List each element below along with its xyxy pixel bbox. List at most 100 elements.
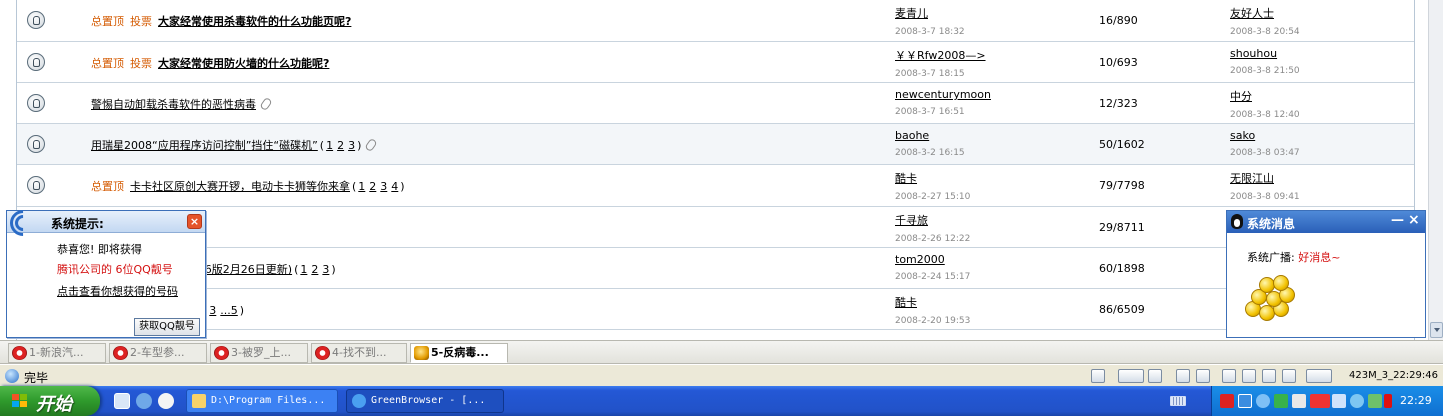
thread-title-link[interactable]: 用瑞星2008“应用程序访问控制”挡住“磁碟机” [91, 139, 318, 152]
last-reply-user-link[interactable]: sako [1230, 129, 1300, 142]
vertical-scrollbar[interactable] [1428, 0, 1443, 340]
tray-clock: 22:29 [1400, 394, 1432, 407]
author-name-link[interactable]: 酷卡 [895, 294, 970, 310]
thread-tag[interactable]: 投票 [130, 15, 152, 28]
start-label: 开始 [36, 394, 72, 415]
tray-globe-icon[interactable] [1256, 394, 1270, 408]
thread-row[interactable]: 产品增加哪些功能(123...5)酷卡2008-2-20 19:5386/650… [17, 289, 1414, 330]
page-link[interactable]: 3 [380, 180, 387, 193]
thread-author: 麦青儿 2008-3-7 18:32 [895, 5, 965, 37]
ie-red-icon [12, 346, 27, 360]
broadcast-line[interactable]: 系统广播: 好消息~ [1247, 249, 1340, 265]
quicklaunch-app-icon[interactable] [136, 393, 152, 409]
thread-tag[interactable]: 总置顶 [91, 15, 124, 28]
last-reply-user-link[interactable]: shouhou [1230, 47, 1300, 60]
thread-row[interactable]: 总置顶 投票 大家经常使用杀毒软件的什么功能页呢? 麦青儿 2008-3-7 18:32… [17, 0, 1414, 42]
get-qq-number-button[interactable]: 获取QQ靓号 [134, 318, 200, 336]
thread-row[interactable]: 总置顶 卡卡社区原创大赛开锣，电动卡卡狮等你来拿(1 2 3 4) 酷卡 2008-2-27… [17, 165, 1414, 207]
ie-icon[interactable] [1262, 369, 1276, 383]
check-icon[interactable] [1242, 369, 1256, 383]
thread-author: tom2000 2008-2-24 15:17 [895, 253, 970, 282]
thread-status-icon [27, 53, 45, 71]
scroll-down-button[interactable] [1430, 322, 1443, 338]
author-name-link[interactable]: ￥￥Rfw2008—> [895, 47, 986, 63]
thread-subject: 用瑞星2008“应用程序访问控制”挡住“磁碟机”(1 2 3) [91, 137, 379, 153]
tray-red-icon[interactable] [1220, 394, 1234, 408]
browser-tab-1[interactable]: 1-新浪汽... [8, 343, 106, 363]
reply-view-count: 79/7798 [1099, 179, 1145, 192]
thread-title-link[interactable]: 大家经常使用杀毒软件的什么功能页呢? [158, 15, 351, 28]
author-name-link[interactable]: 酷卡 [895, 170, 970, 186]
tray-blue-icon[interactable] [1238, 394, 1252, 408]
tray-green-icon[interactable] [1274, 394, 1288, 408]
thread-title-link[interactable]: 卡卡社区原创大赛开锣，电动卡卡狮等你来拿 [130, 180, 350, 193]
task-greenbrowser[interactable]: GreenBrowser - [... [346, 389, 504, 413]
last-reply-user-link[interactable]: 无限江山 [1230, 170, 1300, 186]
thread-row[interactable]: 总置顶 投票 大家经常使用防火墙的什么功能呢? ￥￥Rfw2008—> 2008-3-7… [17, 42, 1414, 83]
tray-alert-icon[interactable] [1384, 394, 1392, 408]
thread-row[interactable]: 人计算机安全手册》(1.6版2月26日更新)(123)tom20002008-2… [17, 248, 1414, 289]
globe-icon[interactable] [1148, 369, 1162, 383]
browser-tab-5[interactable]: 5-反病毒... [410, 343, 508, 363]
page-link[interactable]: 2 [369, 180, 376, 193]
tray-app-icon[interactable] [1368, 394, 1382, 408]
broadcast-label: 系统广播: [1247, 251, 1299, 264]
browser-tab-2[interactable]: 2-车型参... [109, 343, 207, 363]
keyboard-icon[interactable] [1170, 396, 1186, 406]
zoom-icon[interactable] [1306, 369, 1332, 383]
last-reply: 中分 2008-3-8 12:40 [1230, 88, 1300, 120]
split-icon[interactable] [1196, 369, 1210, 383]
task-explorer[interactable]: D:\Program Files... [186, 389, 338, 413]
thread-row[interactable]: 警惕自动卸载杀毒软件的恶性病毒 newcenturymoon 2008-3-7 16… [17, 83, 1414, 124]
thread-title-link[interactable]: 警惕自动卸载杀毒软件的恶性病毒 [91, 98, 256, 111]
thread-pages: (1 2 3) [294, 263, 336, 276]
page-link[interactable]: 4 [391, 180, 398, 193]
tray-shield-icon[interactable] [1292, 394, 1306, 408]
page-link[interactable]: 3 [209, 304, 216, 317]
thread-status-icon [27, 94, 45, 112]
thread-row[interactable]: 千寻旅 2008-2-26 12:22 29/8711 [17, 207, 1414, 248]
gold-coins-icon [1241, 275, 1301, 323]
system-message-popup: 系统消息 — × 系统广播: 好消息~ [1226, 210, 1426, 338]
msg-minimize-button[interactable]: — [1391, 213, 1404, 228]
page-link[interactable]: ...5 [220, 304, 238, 317]
page-link[interactable]: 2 [337, 139, 344, 152]
author-name-link[interactable]: tom2000 [895, 253, 970, 266]
page-link[interactable]: 1 [326, 139, 333, 152]
broadcast-hot-link[interactable]: 好消息~ [1298, 251, 1340, 264]
shield-icon[interactable] [1091, 369, 1105, 383]
last-reply-user-link[interactable]: 中分 [1230, 88, 1300, 104]
page-link[interactable]: 1 [358, 180, 365, 193]
author-name-link[interactable]: baohe [895, 129, 965, 142]
thread-tag[interactable]: 总置顶 [91, 180, 124, 193]
thread-tag[interactable]: 总置顶 [91, 57, 124, 70]
author-name-link[interactable]: 千寻旅 [895, 212, 970, 228]
msg-close-button[interactable]: × [1408, 212, 1420, 228]
page-link[interactable]: 1 [300, 263, 307, 276]
network-icon[interactable] [1282, 369, 1296, 383]
last-reply-user-link[interactable]: 友好人士 [1230, 5, 1300, 21]
last-reply: sako 2008-3-8 03:47 [1230, 129, 1300, 158]
thread-status-icon [27, 11, 45, 29]
page-link[interactable]: 3 [322, 263, 329, 276]
show-desktop-icon[interactable] [114, 393, 130, 409]
thread-title-link[interactable]: 大家经常使用防火墙的什么功能呢? [158, 57, 329, 70]
tray-dot-icon[interactable] [1310, 394, 1330, 408]
author-name-link[interactable]: 麦青儿 [895, 5, 965, 21]
thread-row[interactable]: 用瑞星2008“应用程序访问控制”挡住“磁碟机”(1 2 3) baohe 2008-3… [17, 124, 1414, 165]
window-icon[interactable] [1176, 369, 1190, 383]
thread-tag[interactable]: 投票 [130, 57, 152, 70]
page-link[interactable]: 2 [311, 263, 318, 276]
tray-network-icon[interactable] [1332, 394, 1346, 408]
block-toggle-icon[interactable] [1118, 369, 1144, 383]
tray-sound-icon[interactable] [1350, 394, 1364, 408]
flower-icon[interactable] [1222, 369, 1236, 383]
quicklaunch-browser-icon[interactable] [158, 393, 174, 409]
browser-tab-4[interactable]: 4-找不到... [311, 343, 407, 363]
browser-tab-3[interactable]: 3-被罗_上... [210, 343, 308, 363]
start-button[interactable]: 开始 [0, 386, 100, 416]
tip-close-button[interactable]: × [187, 214, 202, 229]
author-name-link[interactable]: newcenturymoon [895, 88, 991, 101]
tip-view-link[interactable]: 点击查看你想获得的号码 [57, 283, 178, 299]
page-link[interactable]: 3 [348, 139, 355, 152]
